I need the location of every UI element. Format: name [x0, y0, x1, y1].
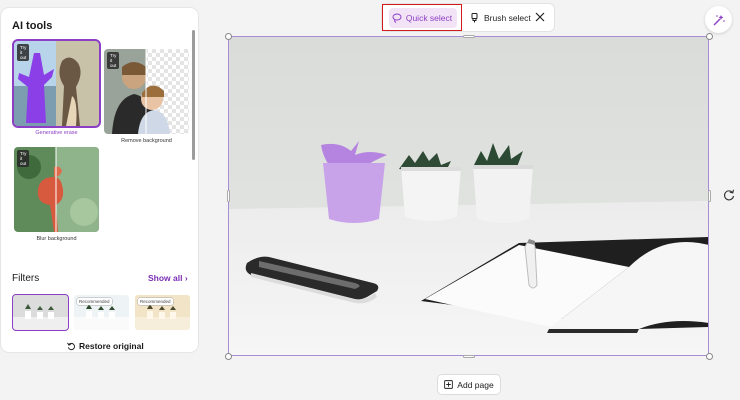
brush-select-button[interactable]: Brush select — [470, 4, 531, 31]
ai-tools-panel: AI tools Try it out Generative erase Try… — [1, 8, 198, 352]
filter-thumbnail[interactable]: Recommended — [74, 295, 129, 330]
resize-handle-left[interactable] — [227, 190, 230, 202]
brush-select-label: Brush select — [484, 12, 531, 23]
add-page-button[interactable]: Add page — [438, 375, 500, 394]
try-it-out-badge: Try it out — [107, 52, 120, 69]
recommended-badge: Recommended — [138, 298, 173, 305]
photo-canvas[interactable] — [228, 36, 709, 356]
rotate-icon[interactable] — [723, 189, 735, 201]
recommended-badge: Recommended — [77, 298, 112, 305]
resize-handle-right[interactable] — [708, 190, 711, 202]
magic-wand-icon — [713, 14, 725, 25]
try-it-out-badge: Try it out — [17, 44, 30, 61]
tool-label: Blur background — [36, 236, 77, 242]
resize-handle-top-left[interactable] — [225, 33, 232, 40]
restore-icon — [67, 342, 75, 350]
restore-original-label: Restore original — [79, 341, 144, 351]
resize-handle-top[interactable] — [463, 35, 475, 38]
chevron-right-icon: › — [184, 273, 188, 283]
brush-icon — [471, 12, 478, 22]
close-icon[interactable] — [534, 11, 546, 23]
quick-select-label: Quick select — [405, 12, 453, 23]
tool-label: Remove background — [121, 138, 172, 144]
filters-title: Filters — [12, 273, 40, 284]
filter-thumbnail[interactable] — [12, 294, 69, 331]
show-all-link[interactable]: Show all › — [148, 273, 188, 283]
add-page-icon — [444, 380, 454, 389]
resize-handle-bottom-left[interactable] — [225, 353, 232, 360]
quick-select-button[interactable]: Quick select — [382, 4, 462, 31]
try-it-out-badge: Try it out — [17, 150, 30, 167]
resize-handle-top-right[interactable] — [706, 33, 713, 40]
selection-toolbar: Quick select Brush select — [382, 4, 554, 31]
magic-wand-button[interactable] — [705, 6, 732, 33]
restore-original-button[interactable]: Restore original — [67, 341, 144, 351]
photo-image — [229, 37, 708, 355]
filter-thumbnail[interactable]: Recommended — [135, 295, 190, 330]
lasso-icon — [392, 13, 402, 23]
panel-title: AI tools — [12, 20, 53, 32]
show-all-label: Show all — [148, 273, 183, 283]
resize-handle-bottom[interactable] — [463, 355, 475, 358]
tool-label: Generative erase — [35, 130, 78, 136]
resize-handle-bottom-right[interactable] — [706, 353, 713, 360]
add-page-label: Add page — [457, 379, 494, 390]
